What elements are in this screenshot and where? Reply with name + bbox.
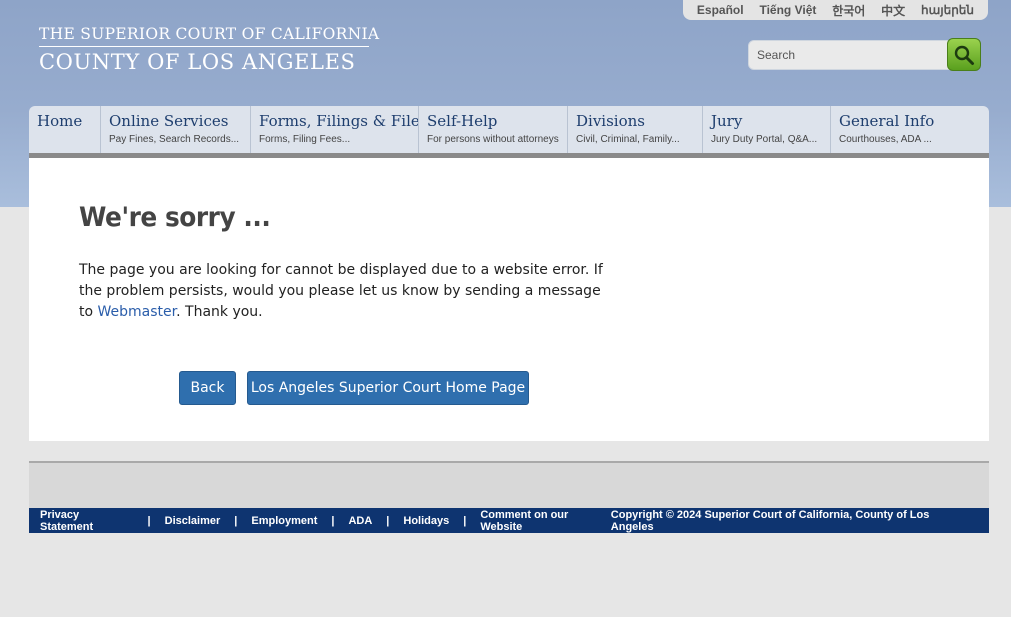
nav-general-info[interactable]: General Info Courthouses, ADA ... <box>831 106 989 153</box>
error-text-after: . Thank you. <box>176 304 263 320</box>
footer-link-employment[interactable]: Employment <box>251 515 317 527</box>
nav-jury[interactable]: Jury Jury Duty Portal, Q&A... <box>703 106 831 153</box>
footer-bar: Privacy Statement | Disclaimer | Employm… <box>29 508 989 533</box>
nav-online-services[interactable]: Online Services Pay Fines, Search Record… <box>101 106 251 153</box>
nav-divisions[interactable]: Divisions Civil, Criminal, Family... <box>568 106 703 153</box>
webmaster-link[interactable]: Webmaster <box>98 304 177 320</box>
footer-separator: | <box>331 514 335 527</box>
logo-line-1: THE SUPERIOR COURT OF CALIFORNIA <box>39 25 379 47</box>
language-bar: Español Tiếng Việt 한국어 中文 հայերեն <box>683 0 988 20</box>
footer-link-privacy[interactable]: Privacy Statement <box>40 509 134 533</box>
footer-link-comment[interactable]: Comment on our Website <box>480 509 610 533</box>
footer-link-disclaimer[interactable]: Disclaimer <box>165 515 221 527</box>
footer-separator: | <box>147 514 151 527</box>
footer-separator: | <box>463 514 467 527</box>
footer-link-ada[interactable]: ADA <box>348 515 372 527</box>
nav-title: General Info <box>839 112 935 130</box>
nav-subtitle: Civil, Criminal, Family... <box>576 134 680 145</box>
court-logo[interactable]: THE SUPERIOR COURT OF CALIFORNIA COUNTY … <box>39 25 379 74</box>
lang-korean[interactable]: 한국어 <box>832 2 865 19</box>
footer-separator: | <box>234 514 238 527</box>
nav-subtitle: Pay Fines, Search Records... <box>109 134 240 145</box>
page-title: We're sorry ... <box>79 202 271 233</box>
lang-armenian[interactable]: հայերեն <box>921 3 974 17</box>
search-input[interactable] <box>748 40 952 70</box>
nav-forms-filings[interactable]: Forms, Filings & Files Forms, Filing Fee… <box>251 106 419 153</box>
copyright-text: Copyright © 2024 Superior Court of Calif… <box>610 508 930 533</box>
lang-spanish[interactable]: Español <box>697 3 744 17</box>
nav-title: Jury <box>711 112 743 130</box>
nav-title: Self-Help <box>427 112 498 130</box>
nav-title: Online Services <box>109 112 229 130</box>
nav-title: Forms, Filings & Files <box>259 112 419 130</box>
main-nav: Home Online Services Pay Fines, Search R… <box>29 106 989 158</box>
search-button[interactable] <box>947 38 981 71</box>
lang-chinese[interactable]: 中文 <box>881 2 905 19</box>
nav-subtitle: Courthouses, ADA ... <box>839 134 932 145</box>
magnifier-icon <box>954 45 974 65</box>
home-page-button[interactable]: Los Angeles Superior Court Home Page <box>247 371 529 405</box>
footer-band <box>29 461 989 508</box>
error-panel: We're sorry ... The page you are looking… <box>29 158 989 441</box>
logo-line-2: COUNTY OF LOS ANGELES <box>39 50 356 74</box>
nav-self-help[interactable]: Self-Help For persons without attorneys <box>419 106 568 153</box>
nav-home[interactable]: Home <box>29 106 101 153</box>
nav-subtitle: For persons without attorneys <box>427 134 559 145</box>
nav-title: Home <box>37 112 83 130</box>
footer-separator: | <box>386 514 390 527</box>
lang-vietnamese[interactable]: Tiếng Việt <box>759 3 816 17</box>
nav-subtitle: Forms, Filing Fees... <box>259 134 351 145</box>
error-message: The page you are looking for cannot be d… <box>79 260 619 323</box>
back-button[interactable]: Back <box>179 371 236 405</box>
footer-links: Privacy Statement | Disclaimer | Employm… <box>40 509 611 533</box>
nav-title: Divisions <box>576 112 645 130</box>
nav-subtitle: Jury Duty Portal, Q&A... <box>711 134 818 145</box>
footer-link-holidays[interactable]: Holidays <box>403 515 449 527</box>
